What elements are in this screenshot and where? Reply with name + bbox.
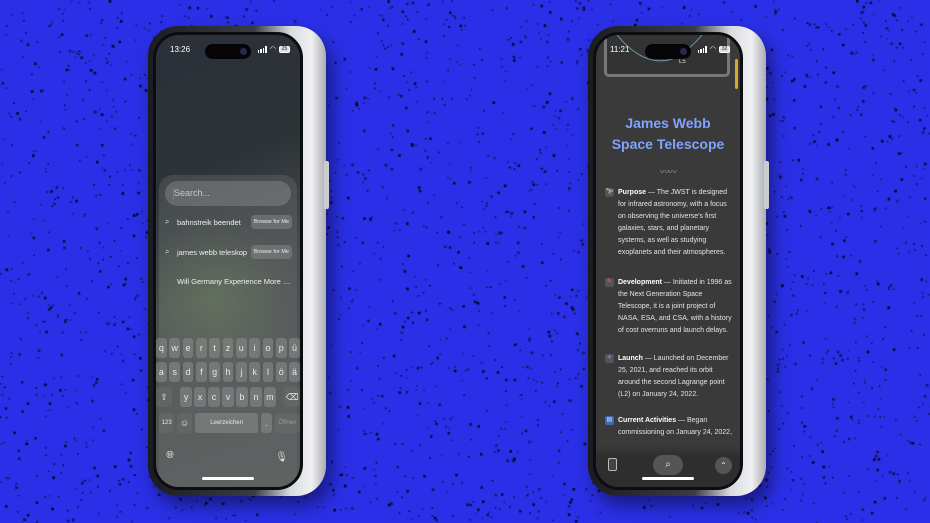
search-icon: ⌕ [165, 247, 170, 256]
key-o[interactable]: o [262, 338, 274, 358]
wifi-icon: ◠ [709, 46, 716, 53]
key-ü[interactable]: ü [289, 338, 300, 358]
key-w[interactable]: w [169, 338, 181, 358]
delete-key[interactable]: ⌫ [284, 387, 300, 407]
key-j[interactable]: j [235, 362, 247, 382]
key-f[interactable]: f [195, 362, 207, 382]
section-purpose: 🔭︎ Purpose — The JWST is designed for inf… [605, 188, 728, 256]
telescope-icon: 🔭︎ [605, 188, 614, 197]
speckle-background [0, 0, 930, 523]
key-g[interactable]: g [209, 362, 221, 382]
key-a[interactable]: a [156, 362, 167, 382]
side-button [764, 161, 769, 209]
globe-icon[interactable]: 🌐︎ [166, 450, 174, 461]
key-ö[interactable]: ö [275, 362, 287, 382]
browse-for-me-button[interactable]: Browse for Me [250, 245, 292, 259]
key-c[interactable]: c [208, 387, 220, 407]
shift-key[interactable]: ⇧ [156, 387, 172, 407]
key-ä[interactable]: ä [289, 362, 300, 382]
search-icon: ⌕ [165, 217, 170, 226]
key-z[interactable]: z [222, 338, 234, 358]
calendar-icon: ▤ [605, 416, 614, 425]
key-s[interactable]: s [169, 362, 181, 382]
diagram-label: L5 [679, 59, 686, 65]
key-e[interactable]: e [182, 338, 194, 358]
numbers-key[interactable]: 123 [159, 413, 175, 433]
key-v[interactable]: v [222, 387, 234, 407]
period-key[interactable]: . [260, 413, 273, 433]
key-u[interactable]: u [235, 338, 247, 358]
home-indicator [202, 477, 254, 480]
phone-left: 13:26 ◠ 25 Search... ⌕ bahnstreik beendet B… [148, 26, 329, 496]
key-h[interactable]: h [222, 362, 234, 382]
key-m[interactable]: m [264, 387, 276, 407]
scroll-up-button[interactable]: ⌃ [715, 457, 732, 474]
screen: L5 11:21 ◠ 32 James Webb Space Telescope … [593, 32, 743, 490]
search-input[interactable]: Search... [165, 181, 291, 206]
section-launch: ✦ Launch — Launched on December 25, 2021,… [605, 354, 729, 398]
search-button[interactable]: ⌕ [653, 455, 683, 475]
dynamic-island [205, 44, 251, 59]
signal-icon [697, 45, 707, 53]
screen: 13:26 ◠ 25 Search... ⌕ bahnstreik beendet B… [153, 32, 303, 490]
key-i[interactable]: i [249, 338, 261, 358]
microphone-icon[interactable]: 🎙︎ [275, 452, 288, 463]
suggestion-item[interactable]: ◌Will Germany Experience More Rail Stri.… [165, 272, 292, 290]
key-d[interactable]: d [182, 362, 194, 382]
signal-icon [257, 45, 267, 53]
phone-right: L5 11:21 ◠ 32 James Webb Space Telescope … [588, 26, 769, 496]
key-b[interactable]: b [236, 387, 248, 407]
suggestion-item[interactable]: ⌕ james webb teleskop Browse for Me [165, 243, 292, 261]
key-y[interactable]: y [180, 387, 192, 407]
scrollbar[interactable] [735, 59, 738, 89]
key-r[interactable]: r [195, 338, 207, 358]
home-indicator [642, 477, 694, 480]
loading-icon: ◌ [165, 276, 170, 286]
browse-for-me-button[interactable]: Browse for Me [250, 215, 292, 229]
clock: 13:26 [170, 45, 191, 54]
key-k[interactable]: k [249, 362, 261, 382]
key-t[interactable]: t [209, 338, 221, 358]
rocket-icon: ✦ [605, 354, 614, 363]
dynamic-island [645, 44, 691, 59]
keyboard: qwertzuiopü asdfghjklöä ⇧ y x c v b n m ⌫ 123 ☺ … [156, 335, 300, 487]
space-key[interactable]: Leerzeichen [194, 413, 259, 433]
section-development: ✎ Development — Initiated in 1996 as the … [605, 278, 732, 334]
divider: 〰〰 [659, 167, 677, 177]
return-key[interactable]: Öffnen [274, 413, 300, 433]
key-x[interactable]: x [194, 387, 206, 407]
tools-icon: ✎ [605, 278, 614, 287]
key-l[interactable]: l [262, 362, 274, 382]
tabs-icon[interactable] [608, 458, 617, 471]
key-p[interactable]: p [275, 338, 287, 358]
section-current-activities: ▤ Current Activities — Began commissionin… [605, 416, 733, 436]
suggestion-item[interactable]: ⌕ bahnstreik beendet Browse for Me [165, 213, 292, 231]
wifi-icon: ◠ [269, 46, 276, 53]
article-title: James Webb Space Telescope [611, 115, 725, 152]
battery-icon: 32 [719, 45, 730, 53]
clock: 11:21 [610, 45, 630, 54]
key-n[interactable]: n [250, 387, 262, 407]
emoji-key[interactable]: ☺ [176, 413, 193, 433]
side-button [324, 161, 329, 209]
key-q[interactable]: q [156, 338, 167, 358]
bottom-toolbar: ⌕ ⌃ [596, 445, 740, 487]
battery-icon: 25 [279, 45, 290, 53]
